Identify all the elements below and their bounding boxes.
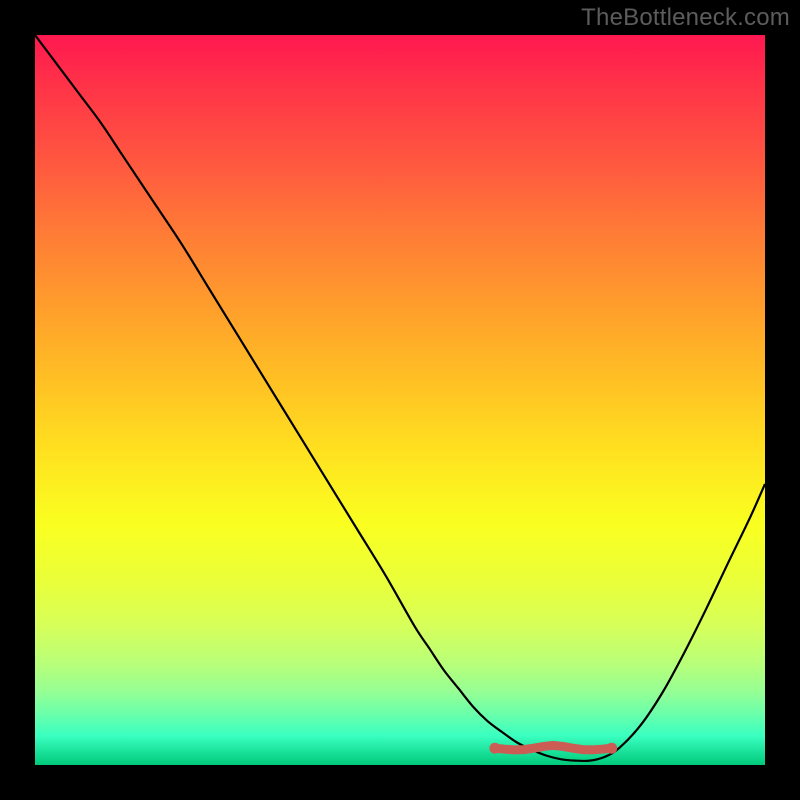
- chart-frame: TheBottleneck.com: [0, 0, 800, 800]
- optimal-range-start-dot: [489, 743, 500, 754]
- watermark-text: TheBottleneck.com: [581, 4, 790, 32]
- curve-layer: [35, 35, 765, 765]
- optimal-range-end-dot: [606, 743, 617, 754]
- plot-area: [35, 35, 765, 765]
- bottleneck-curve: [35, 35, 765, 761]
- optimal-range-marker: [495, 745, 612, 749]
